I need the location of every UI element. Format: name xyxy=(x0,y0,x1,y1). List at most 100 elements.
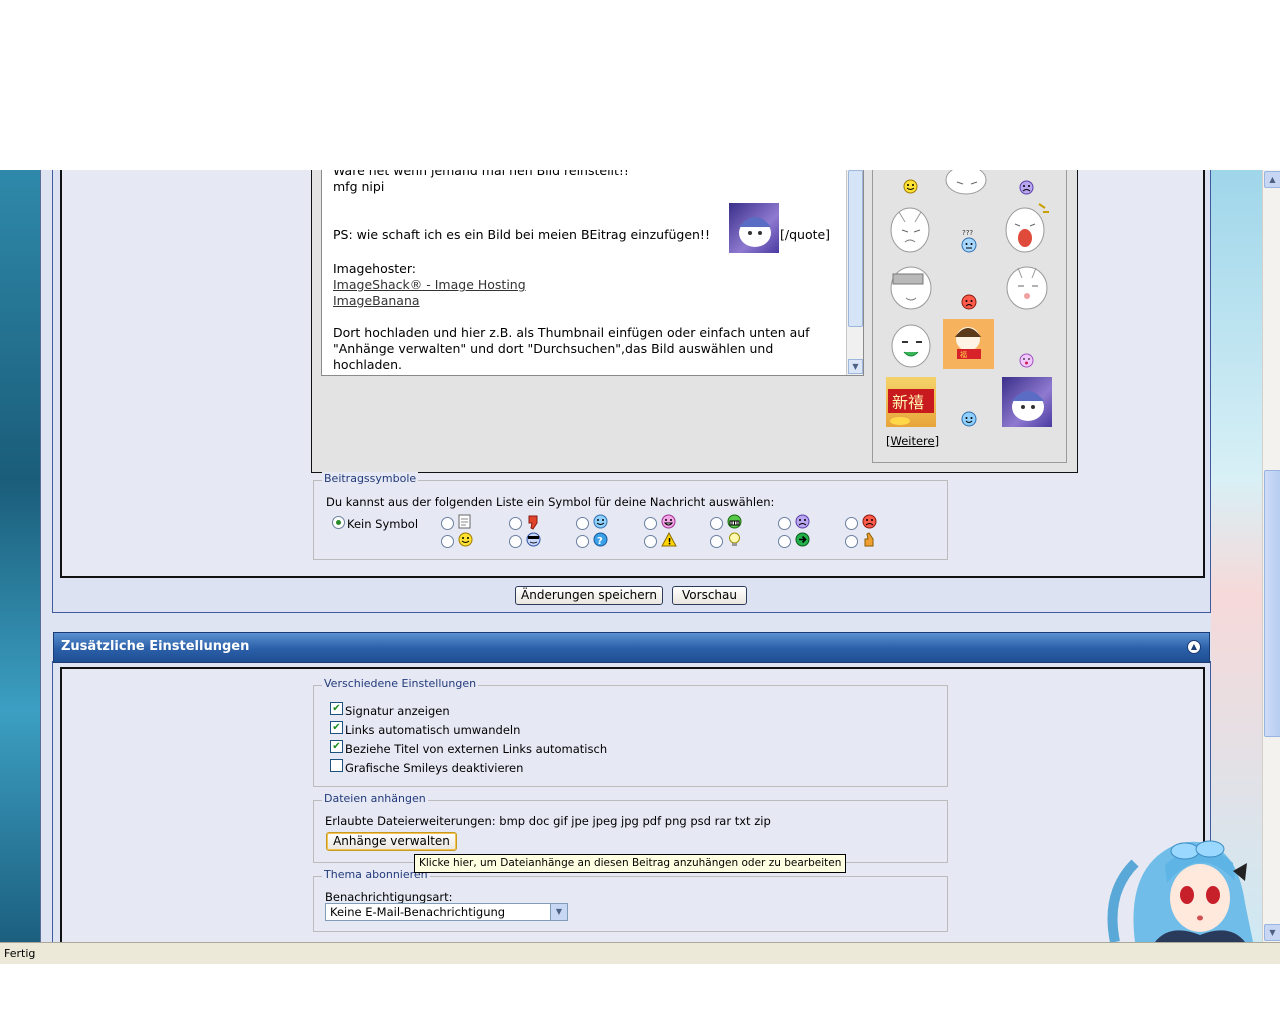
status-bar: Fertig xyxy=(0,942,1280,964)
textarea-scroll-down-icon[interactable]: ▼ xyxy=(848,359,863,374)
post-icon-radio[interactable] xyxy=(778,535,791,548)
link-titles-label: Beziehe Titel von externen Links automat… xyxy=(345,742,608,756)
imagebanana-link[interactable]: ImageBanana xyxy=(333,293,420,308)
link-titles-checkbox[interactable]: ✔ xyxy=(330,740,343,753)
smile-blue-icon xyxy=(593,514,608,532)
post-icon-radio[interactable] xyxy=(509,535,522,548)
page-scroll-thumb[interactable] xyxy=(1264,470,1280,737)
message-line: Imagehoster: xyxy=(333,261,416,276)
smilie-girl-sign-icon[interactable]: 福 xyxy=(943,319,994,369)
post-icon-radio[interactable] xyxy=(845,517,858,530)
document-icon xyxy=(458,514,472,532)
smilie-cat-cry-icon[interactable] xyxy=(887,204,933,259)
smilie-cat-pout-icon[interactable] xyxy=(1004,262,1050,315)
signature-label: Signatur anzeigen xyxy=(345,704,450,718)
bracket-close: ] xyxy=(934,434,940,448)
message-line: Wäre net wenn jemand mal nen Bild reinst… xyxy=(333,170,629,178)
scroll-up-icon[interactable]: ▲ xyxy=(1264,171,1280,188)
smilie-purple-icon[interactable] xyxy=(1019,180,1034,198)
post-icon-radio[interactable] xyxy=(576,517,589,530)
smile-yellow-icon xyxy=(458,532,473,550)
post-icon-radio[interactable] xyxy=(710,535,723,548)
smilie-mad-icon[interactable] xyxy=(961,294,977,313)
post-icons-legend: Beitragssymbole xyxy=(322,472,419,485)
misc-settings-fieldset: Verschiedene Einstellungen ✔ Signatur an… xyxy=(313,677,948,787)
arrow-right-icon xyxy=(795,532,810,550)
message-line: "Anhänge verwalten" und dort "Durchsuche… xyxy=(333,341,774,356)
attachments-legend: Dateien anhängen xyxy=(322,792,428,805)
cool-icon xyxy=(526,532,541,550)
svg-text:???: ??? xyxy=(962,229,973,237)
allowed-extensions: Erlaubte Dateierweiterungen: bmp doc gif… xyxy=(325,814,771,828)
smilie-cat-bandage-icon[interactable] xyxy=(888,262,934,315)
thumbs-up-icon xyxy=(862,532,878,551)
textarea-scroll-thumb[interactable] xyxy=(848,170,863,327)
smilie-cat-smile-icon[interactable] xyxy=(888,320,934,373)
smilie-kiss-icon[interactable] xyxy=(1019,353,1034,371)
manage-attachments-button[interactable]: Anhänge verwalten xyxy=(326,832,457,851)
post-icon-radio[interactable] xyxy=(644,517,657,530)
grin-pink-icon xyxy=(661,514,676,532)
inline-image xyxy=(729,203,779,253)
question-icon: ? xyxy=(593,532,608,550)
svg-text:福: 福 xyxy=(960,350,967,359)
smilie-confused-icon[interactable]: ??? xyxy=(960,228,978,257)
smilie-cat-shout-icon[interactable] xyxy=(1003,202,1051,259)
post-icon-radio[interactable] xyxy=(441,517,454,530)
mascot-image xyxy=(1095,823,1260,942)
biggrin-green-icon xyxy=(727,514,742,532)
smilie-blue-girl-icon[interactable] xyxy=(1002,377,1052,427)
post-icon-radio[interactable] xyxy=(509,517,522,530)
thumbs-down-icon xyxy=(526,514,542,533)
disable-smilies-checkbox[interactable] xyxy=(330,759,343,772)
preview-button[interactable]: Vorschau xyxy=(672,586,747,605)
smilie-blue-icon[interactable] xyxy=(961,411,977,430)
post-icons-description: Du kannst aus der folgenden Liste ein Sy… xyxy=(326,495,775,509)
textarea-scrollbar[interactable]: ▼ xyxy=(846,170,863,375)
message-line: hochladen. xyxy=(333,357,403,372)
message-line: mfg nipi xyxy=(333,179,385,194)
attachments-tooltip: Klicke hier, um Dateianhänge an diesen B… xyxy=(414,854,847,873)
collapse-icon[interactable]: ▲ xyxy=(1187,640,1201,654)
message-line: [/quote] xyxy=(780,227,831,242)
post-icon-radio[interactable] xyxy=(576,535,589,548)
smilie-new-year-text: 新禧 xyxy=(892,393,924,412)
page-scrollbar[interactable]: ▲ ▼ xyxy=(1262,170,1280,942)
post-icon-radio[interactable] xyxy=(441,535,454,548)
misc-settings-legend: Verschiedene Einstellungen xyxy=(322,677,479,690)
chevron-down-icon[interactable]: ▼ xyxy=(550,904,567,920)
post-icon-none-label: Kein Symbol xyxy=(347,517,419,531)
disable-smilies-label: Grafische Smileys deaktivieren xyxy=(345,761,524,775)
post-icon-none-radio[interactable] xyxy=(332,516,345,529)
extra-settings-header: Zusätzliche Einstellungen ▲ xyxy=(53,632,1210,663)
post-icons-fieldset: Beitragssymbole Du kannst aus der folgen… xyxy=(313,472,948,560)
message-textarea[interactable]: Wäre net wenn jemand mal nen Bild reinst… xyxy=(321,170,864,376)
smilie-cat-icon[interactable] xyxy=(943,170,989,199)
scroll-down-icon[interactable]: ▼ xyxy=(1264,924,1280,941)
auto-links-label: Links automatisch umwandeln xyxy=(345,723,521,737)
save-changes-button[interactable]: Änderungen speichern xyxy=(515,586,663,605)
background-art-left xyxy=(0,170,42,942)
lightbulb-icon xyxy=(727,532,742,550)
sad-purple-icon xyxy=(795,514,810,532)
smilie-new-year-icon[interactable]: 新禧 xyxy=(886,377,936,427)
status-text: Fertig xyxy=(4,947,36,960)
page-viewport: Wäre net wenn jemand mal nen Bild reinst… xyxy=(0,170,1280,942)
auto-links-checkbox[interactable]: ✔ xyxy=(330,721,343,734)
imageshack-link[interactable]: ImageShack® - Image Hosting xyxy=(333,277,526,292)
angry-red-icon xyxy=(862,514,877,532)
svg-text:!: ! xyxy=(668,538,672,548)
message-line: Dort hochladen und hier z.B. als Thumbna… xyxy=(333,325,810,340)
post-icon-radio[interactable] xyxy=(778,517,791,530)
warning-icon: ! xyxy=(661,531,677,550)
notification-type-value: Keine E-Mail-Benachrichtigung xyxy=(330,905,506,919)
post-icon-radio[interactable] xyxy=(710,517,723,530)
more-smilies-link[interactable]: Weitere xyxy=(891,434,935,448)
smilie-yellow-icon[interactable] xyxy=(903,179,918,197)
notification-type-select[interactable]: Keine E-Mail-Benachrichtigung ▼ xyxy=(325,903,568,921)
notification-type-label: Benachrichtigungsart: xyxy=(325,890,453,904)
post-icon-radio[interactable] xyxy=(845,535,858,548)
more-smilies: [Weitere] xyxy=(886,434,939,448)
signature-checkbox[interactable]: ✔ xyxy=(330,702,343,715)
post-icon-radio[interactable] xyxy=(644,535,657,548)
